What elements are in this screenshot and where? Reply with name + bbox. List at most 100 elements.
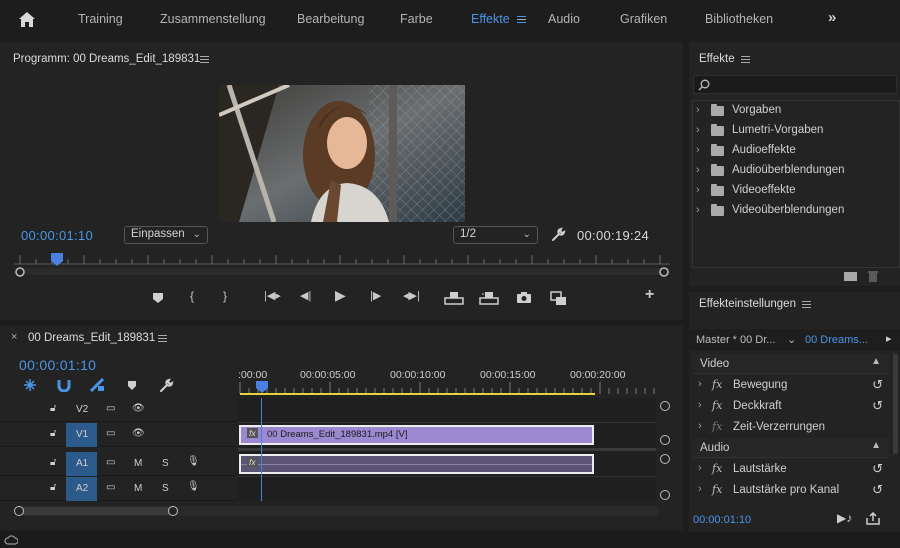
go-to-in-icon[interactable]: |◀▸ xyxy=(264,289,281,302)
workspace-menu-icon[interactable] xyxy=(517,16,526,23)
eye-icon[interactable]: 👁︎ xyxy=(132,428,145,439)
panel-menu-icon[interactable] xyxy=(200,56,209,63)
play-icon[interactable]: ▶ xyxy=(335,287,346,304)
effects-folder-vorgaben[interactable]: › Vorgaben xyxy=(693,101,900,121)
toggle-sync-icon[interactable]: ▭ xyxy=(106,457,115,468)
lock-icon[interactable]: 🔓︎ xyxy=(50,428,56,439)
effect-controls-title[interactable]: Effekteinstellungen xyxy=(699,298,796,310)
chevron-right-icon[interactable]: › xyxy=(698,483,702,495)
chevron-right-icon[interactable]: › xyxy=(696,184,700,196)
effect-row-zeit-verzerrungen[interactable]: › fx Zeit-Verzerrungen xyxy=(693,417,889,438)
go-to-out-icon[interactable]: ◂▶| xyxy=(403,289,420,302)
fx-icon[interactable]: fx xyxy=(712,420,722,433)
effect-row-lautstaerke[interactable]: › fx Lautstärke ↺ xyxy=(693,459,889,480)
scroll-left-knob[interactable] xyxy=(14,506,24,516)
wrench-icon[interactable] xyxy=(551,227,566,242)
workspace-tab-grafiken[interactable]: Grafiken xyxy=(620,12,667,26)
lock-icon[interactable]: 🔓︎ xyxy=(50,457,56,468)
master-clip-selector[interactable]: Master * 00 Dr... xyxy=(696,334,775,346)
extract-icon[interactable] xyxy=(479,291,499,305)
eye-icon[interactable]: 👁︎ xyxy=(132,403,145,414)
audio-scroll-bottom-knob[interactable] xyxy=(660,490,670,500)
chevron-up-icon[interactable]: ▲ xyxy=(871,440,881,451)
timeline-ruler[interactable]: :00:00 00:00:05:00 00:00:10:00 00:00:15:… xyxy=(238,364,658,396)
program-time-ruler[interactable] xyxy=(14,252,670,282)
effect-controls-scrollbar[interactable] xyxy=(893,354,898,454)
reset-icon[interactable]: ↺ xyxy=(872,461,883,477)
workspace-tab-zusammenstellung[interactable]: Zusammenstellung xyxy=(160,12,266,26)
fx-icon[interactable]: fx xyxy=(712,483,722,496)
effect-row-lautstaerke-pro-kanal[interactable]: › fx Lautstärke pro Kanal ↺ xyxy=(693,480,889,501)
creative-cloud-icon[interactable] xyxy=(4,534,18,546)
chevron-right-icon[interactable]: › xyxy=(698,462,702,474)
effect-row-deckkraft[interactable]: › fx Deckkraft ↺ xyxy=(693,396,889,417)
timeline-current-time[interactable]: 00:00:01:10 xyxy=(19,357,96,373)
lock-icon[interactable]: 🔓︎ xyxy=(50,482,56,493)
mute-button[interactable]: M xyxy=(134,458,142,469)
solo-button[interactable]: S xyxy=(162,458,169,469)
trash-icon[interactable] xyxy=(867,270,879,283)
workspace-tab-training[interactable]: Training xyxy=(78,12,123,26)
chevron-right-icon[interactable]: › xyxy=(696,164,700,176)
video-section-header[interactable]: Video ▲ xyxy=(693,354,889,374)
home-icon[interactable] xyxy=(18,11,36,28)
effects-folder-lumetri-vorgaben[interactable]: › Lumetri-Vorgaben xyxy=(693,121,900,141)
scroll-right-knob[interactable] xyxy=(168,506,178,516)
play-triangle-icon[interactable]: ▸ xyxy=(886,332,892,345)
clip-fx-badge[interactable]: fx xyxy=(247,428,258,438)
microphone-icon[interactable]: 🎙︎ xyxy=(187,481,200,492)
audio-section-header[interactable]: Audio ▲ xyxy=(693,438,889,458)
filter-audio-icon[interactable]: ▶♪ xyxy=(837,511,852,525)
chevron-right-icon[interactable]: › xyxy=(698,420,702,432)
chevron-right-icon[interactable]: › xyxy=(698,399,702,411)
effects-panel-title[interactable]: Effekte xyxy=(699,53,735,65)
wrench-icon[interactable] xyxy=(159,378,174,393)
video-clip[interactable]: fx 00 Dreams_Edit_189831.mp4 [V] xyxy=(239,425,594,445)
mute-button[interactable]: M xyxy=(134,483,142,494)
effects-folder-videoueberblendungen[interactable]: › Videoüberblendungen xyxy=(693,201,900,221)
reset-icon[interactable]: ↺ xyxy=(872,482,883,498)
video-scroll-bottom-knob[interactable] xyxy=(660,435,670,445)
video-scroll-top-knob[interactable] xyxy=(660,401,670,411)
more-workspaces-icon[interactable]: » xyxy=(828,9,836,26)
solo-button[interactable]: S xyxy=(162,483,169,494)
program-current-time[interactable]: 00:00:01:10 xyxy=(21,228,93,243)
sequence-tab[interactable]: 00 Dreams_Edit_189831 xyxy=(28,332,155,344)
audio-clip[interactable]: fx xyxy=(239,454,594,474)
toggle-sync-icon[interactable]: ▭ xyxy=(106,403,115,414)
reset-icon[interactable]: ↺ xyxy=(872,377,883,393)
fx-icon[interactable]: fx xyxy=(712,462,722,475)
scrollbar-thumb[interactable] xyxy=(18,507,178,515)
effect-row-bewegung[interactable]: › fx Bewegung ↺ xyxy=(693,375,889,396)
new-bin-icon[interactable] xyxy=(844,272,857,281)
toggle-sync-icon[interactable]: ▭ xyxy=(106,482,115,493)
reset-icon[interactable]: ↺ xyxy=(872,398,883,414)
nest-sequence-icon[interactable] xyxy=(23,378,37,392)
chevron-down-icon[interactable]: ⌄ xyxy=(787,333,796,346)
zoom-level-dropdown[interactable]: Einpassen ⌄ xyxy=(124,226,208,244)
snap-magnet-icon[interactable] xyxy=(57,378,71,392)
close-icon[interactable]: × xyxy=(11,331,17,343)
workspace-tab-farbe[interactable]: Farbe xyxy=(400,12,433,26)
effects-folder-videoeffekte[interactable]: › Videoeffekte xyxy=(693,181,900,201)
mark-out-icon[interactable]: } xyxy=(223,289,227,303)
add-marker-icon[interactable] xyxy=(152,292,164,304)
step-back-icon[interactable]: ◀| xyxy=(300,289,311,302)
export-frame-icon[interactable] xyxy=(516,291,532,304)
panel-menu-icon[interactable] xyxy=(802,301,811,308)
workspace-tab-bearbeitung[interactable]: Bearbeitung xyxy=(297,12,364,26)
fx-icon[interactable]: fx xyxy=(712,378,722,391)
export-icon[interactable] xyxy=(866,512,880,525)
toggle-sync-icon[interactable]: ▭ xyxy=(106,428,115,439)
add-button-icon[interactable]: + xyxy=(645,286,654,304)
mark-in-icon[interactable]: { xyxy=(190,289,194,303)
lock-icon[interactable]: 🔓︎ xyxy=(50,403,56,414)
effects-folder-audioueberblendungen[interactable]: › Audioüberblendungen xyxy=(693,161,900,181)
chevron-right-icon[interactable]: › xyxy=(696,124,700,136)
add-marker-icon[interactable] xyxy=(127,380,137,391)
resolution-dropdown[interactable]: 1/2 ⌄ xyxy=(453,226,538,244)
effects-folder-audioeffekte[interactable]: › Audioeffekte xyxy=(693,141,900,161)
lift-icon[interactable] xyxy=(444,291,464,305)
workspace-tab-audio[interactable]: Audio xyxy=(548,12,580,26)
effect-controls-time[interactable]: 00:00:01:10 xyxy=(693,514,751,526)
